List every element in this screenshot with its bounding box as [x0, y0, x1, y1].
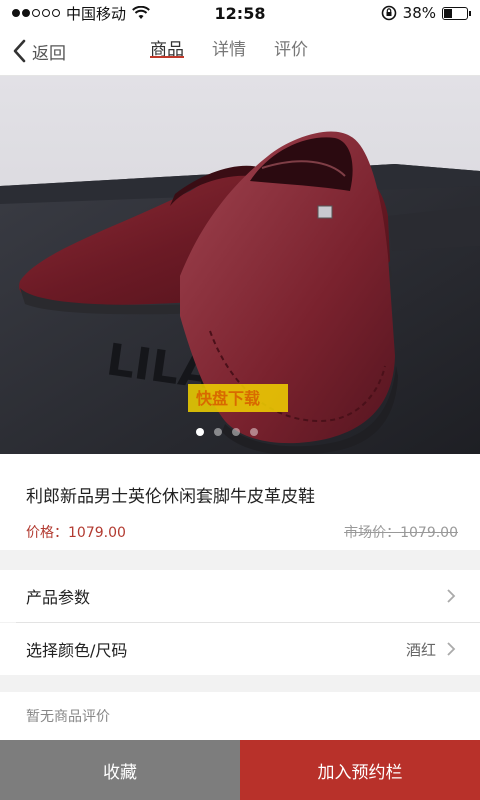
rotation-lock-icon: [381, 5, 396, 21]
color-size-label: 选择颜色/尺码: [26, 641, 128, 660]
chevron-right-icon: [447, 642, 456, 656]
no-reviews-text: 暂无商品评价: [26, 709, 110, 725]
carousel-dot[interactable]: [196, 428, 204, 436]
carousel-dot[interactable]: [232, 428, 240, 436]
bottom-action-bar: 收藏 加入预约栏: [0, 740, 480, 800]
market-price: 市场价：1079.00: [344, 525, 458, 541]
back-button[interactable]: 返回: [12, 26, 66, 76]
svg-text:快盘下载: 快盘下载: [196, 389, 260, 408]
status-bar: 中国移动 12:58 38%: [0, 0, 480, 26]
product-price: 价格：1079.00: [26, 525, 126, 541]
tab-bar: 商品 详情 评价: [150, 26, 308, 76]
tab-reviews[interactable]: 评价: [274, 26, 308, 76]
tab-details[interactable]: 详情: [212, 26, 246, 76]
add-to-reservation-button[interactable]: 加入预约栏: [240, 740, 480, 800]
battery-icon: [442, 6, 471, 20]
carousel-indicator: [196, 428, 258, 436]
product-params-row[interactable]: 产品参数: [0, 570, 480, 622]
battery-percent: 38%: [402, 4, 436, 22]
carousel-dot[interactable]: [214, 428, 222, 436]
carousel-dot[interactable]: [250, 428, 258, 436]
favorite-button[interactable]: 收藏: [0, 740, 240, 800]
product-title: 利郎新品男士英伦休闲套脚牛皮革皮鞋: [26, 487, 315, 507]
tab-product[interactable]: 商品: [150, 26, 184, 76]
product-info-card: 利郎新品男士英伦休闲套脚牛皮革皮鞋 价格：1079.00 市场价：1079.00: [0, 454, 480, 550]
chevron-left-icon: [13, 39, 26, 63]
product-params-label: 产品参数: [26, 588, 91, 607]
top-nav-bar: 返回 商品 详情 评价: [0, 26, 480, 76]
status-right: 38%: [381, 4, 471, 22]
selected-color: 酒红: [405, 640, 436, 659]
back-label: 返回: [32, 43, 66, 64]
watermark-logo: 快盘下载: [188, 384, 288, 412]
chevron-right-icon: [447, 589, 456, 603]
reviews-section: 暂无商品评价: [0, 692, 480, 740]
color-size-row[interactable]: 选择颜色/尺码 酒红: [0, 623, 480, 675]
product-image-carousel[interactable]: LILANG 快盘下载: [0, 76, 480, 454]
